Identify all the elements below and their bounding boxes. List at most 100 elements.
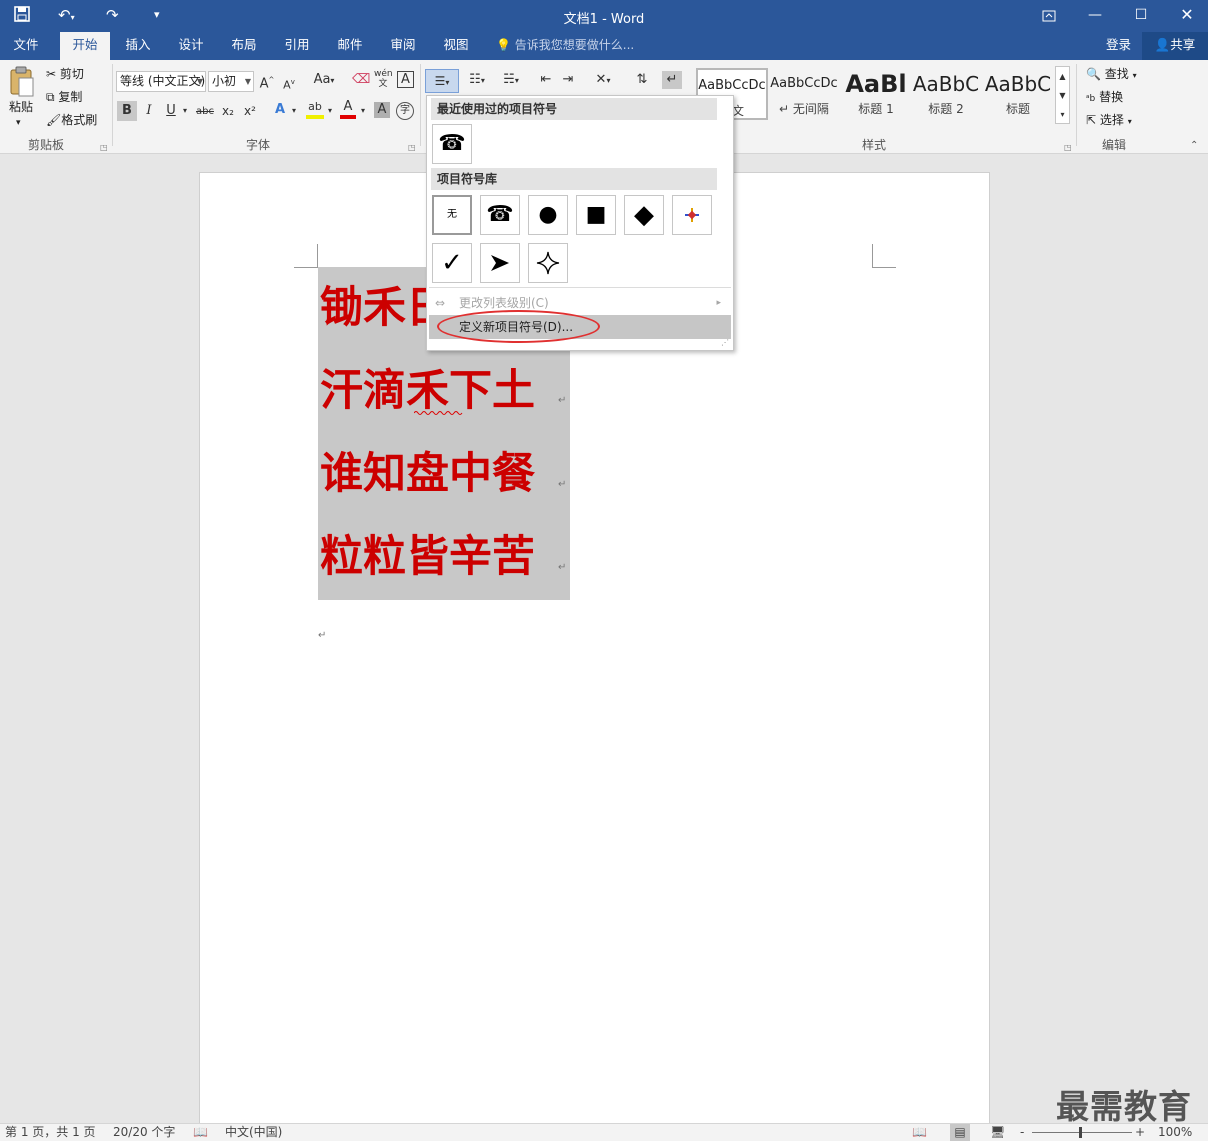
menu-divider	[429, 287, 731, 288]
replace-button[interactable]: ᵃb 替换	[1086, 89, 1123, 107]
underline-button[interactable]: U	[163, 102, 179, 120]
show-hide-marks-icon[interactable]: ↵	[662, 71, 682, 89]
clear-formatting-icon[interactable]: ⌫	[352, 71, 370, 89]
format-painter-button[interactable]: 🖌格式刷	[46, 112, 97, 128]
styles-gallery-scroll[interactable]: ▲ ▼ ▾	[1055, 66, 1070, 124]
font-launcher-icon[interactable]: ◳	[408, 140, 416, 156]
subscript-button[interactable]: x₂	[220, 102, 236, 120]
arrowhead-bullet-icon[interactable]	[480, 243, 520, 283]
bullets-button[interactable]: ☰▾	[425, 69, 459, 93]
grow-font-icon[interactable]: A^	[259, 71, 275, 93]
tab-references[interactable]: 引用	[275, 32, 319, 60]
character-border-icon[interactable]: A	[397, 71, 414, 88]
highlight-dropdown-arrow[interactable]: ▾	[325, 102, 335, 120]
cut-button[interactable]: ✂ 剪切	[46, 66, 84, 82]
character-shading-icon[interactable]: A	[374, 102, 390, 118]
tab-mailings[interactable]: 邮件	[328, 32, 372, 60]
clipboard-launcher-icon[interactable]: ◳	[100, 140, 108, 156]
proofing-icon[interactable]: 📖	[193, 1124, 208, 1141]
paste-icon[interactable]	[8, 66, 36, 100]
resize-grip-icon[interactable]: ⋰	[721, 338, 729, 347]
checkmark-bullet-icon[interactable]: ✓	[432, 243, 472, 283]
zoom-slider-thumb[interactable]	[1079, 1127, 1082, 1138]
numbering-button[interactable]: ☷▾	[462, 71, 492, 90]
share-button[interactable]: 👤共享	[1142, 32, 1208, 60]
bold-button[interactable]: B	[117, 101, 137, 121]
web-layout-icon[interactable]: 🖥	[990, 1124, 1005, 1141]
font-size-combo[interactable]: 小初 ▼	[208, 71, 254, 92]
enclose-characters-icon[interactable]: 字	[396, 102, 414, 120]
sort-icon[interactable]: ⇅	[632, 71, 652, 89]
strikethrough-button[interactable]: abc	[194, 103, 216, 121]
copy-button[interactable]: ⧉ 复制	[46, 89, 82, 105]
zoom-slider-track[interactable]	[1032, 1132, 1132, 1133]
collapse-ribbon-icon[interactable]: ⌃	[1190, 138, 1198, 154]
tab-review[interactable]: 审阅	[381, 32, 425, 60]
paste-button[interactable]: 粘贴	[9, 99, 33, 115]
poem-line[interactable]: 谁知盘中餐	[320, 449, 535, 499]
phonetic-guide-icon[interactable]: wén 文	[374, 69, 393, 89]
tab-home[interactable]: 开始	[60, 32, 110, 60]
filled-circle-bullet-icon[interactable]: ●	[528, 195, 568, 235]
decrease-indent-icon[interactable]: ⇤	[536, 71, 556, 89]
font-name-combo[interactable]: 等线 (中文正文) ▼	[116, 71, 206, 92]
spellcheck-squiggle	[414, 411, 463, 415]
text-effects-icon[interactable]: A	[272, 101, 288, 119]
telephone-bullet-icon[interactable]: ☎	[480, 195, 520, 235]
find-button[interactable]: 🔍 查找 ▾	[1086, 66, 1137, 84]
chevron-down-icon: ▼	[244, 77, 251, 86]
no-bullet-option[interactable]: 无	[432, 195, 472, 235]
find-label: 查找	[1104, 67, 1129, 81]
highlight-icon[interactable]: ab	[306, 99, 324, 119]
language-indicator[interactable]: 中文(中国)	[225, 1124, 282, 1141]
poem-line[interactable]: 汗滴禾下土	[320, 366, 535, 416]
style-title[interactable]: AaBbC 标题	[982, 68, 1054, 120]
read-mode-icon[interactable]: 📖	[912, 1124, 927, 1141]
underline-dropdown-arrow[interactable]: ▾	[180, 102, 190, 120]
tab-view[interactable]: 视图	[434, 32, 478, 60]
select-button[interactable]: ⇱ 选择 ▾	[1086, 112, 1132, 130]
increase-indent-icon[interactable]: ⇥	[558, 71, 578, 89]
tab-layout[interactable]: 布局	[222, 32, 266, 60]
close-icon[interactable]: ✕	[1164, 0, 1208, 32]
italic-button[interactable]: I	[141, 102, 157, 120]
character-border-glyph: A	[401, 72, 410, 87]
change-case-icon[interactable]: Aa▾	[309, 71, 339, 90]
word-count[interactable]: 20/20 个字	[113, 1124, 175, 1141]
maximize-icon[interactable]: ☐	[1118, 0, 1164, 32]
telephone-bullet-icon[interactable]: ☎	[432, 124, 472, 164]
tab-design[interactable]: 设计	[169, 32, 213, 60]
text-effects-dropdown-arrow[interactable]: ▾	[289, 102, 299, 120]
diamond-bullet-icon[interactable]: ◆	[624, 195, 664, 235]
four-diamond-bullet-icon[interactable]	[672, 195, 712, 235]
minimize-icon[interactable]: —	[1072, 0, 1118, 32]
page-count[interactable]: 第 1 页，共 1 页	[5, 1124, 96, 1141]
style-heading1[interactable]: AaBl 标题 1	[840, 68, 912, 120]
style-heading2[interactable]: AaBbC 标题 2	[910, 68, 982, 120]
font-color-icon[interactable]: A	[340, 99, 356, 119]
chinese-layout-icon[interactable]: ✕▾	[588, 71, 618, 90]
style-no-spacing[interactable]: AaBbCcDc ↵ 无间隔	[768, 68, 840, 120]
multilevel-list-button[interactable]: ☵▾	[496, 71, 526, 90]
paste-dropdown-arrow[interactable]: ▾	[16, 115, 21, 131]
ribbon-tabs: 文件 开始 插入 设计 布局 引用 邮件 审阅 视图 💡 告诉我您想要做什么..…	[0, 32, 1208, 60]
filled-square-bullet-icon[interactable]: ■	[576, 195, 616, 235]
shrink-font-glyph: A	[283, 78, 291, 92]
superscript-button[interactable]: x²	[241, 102, 259, 120]
clipboard-group-label: 剪贴板	[28, 138, 65, 152]
ribbon-display-options-icon[interactable]	[1026, 0, 1072, 32]
font-color-dropdown-arrow[interactable]: ▾	[358, 102, 368, 120]
crop-mark	[294, 267, 318, 268]
tab-file[interactable]: 文件	[4, 32, 48, 60]
four-point-star-bullet-icon[interactable]	[528, 243, 568, 283]
print-layout-icon[interactable]: ▤	[950, 1124, 970, 1141]
tab-insert[interactable]: 插入	[116, 32, 160, 60]
tell-me-search[interactable]: 💡 告诉我您想要做什么...	[496, 32, 634, 58]
poem-line[interactable]: 粒粒皆辛苦	[320, 532, 535, 582]
paragraph-mark-icon: ↵	[558, 562, 567, 573]
brush-icon: 🖌	[46, 113, 62, 127]
zoom-out-icon[interactable]: -	[1020, 1124, 1024, 1141]
styles-launcher-icon[interactable]: ◳	[1064, 140, 1072, 156]
login-link[interactable]: 登录	[1106, 32, 1131, 58]
shrink-font-icon[interactable]: Av	[282, 73, 296, 95]
